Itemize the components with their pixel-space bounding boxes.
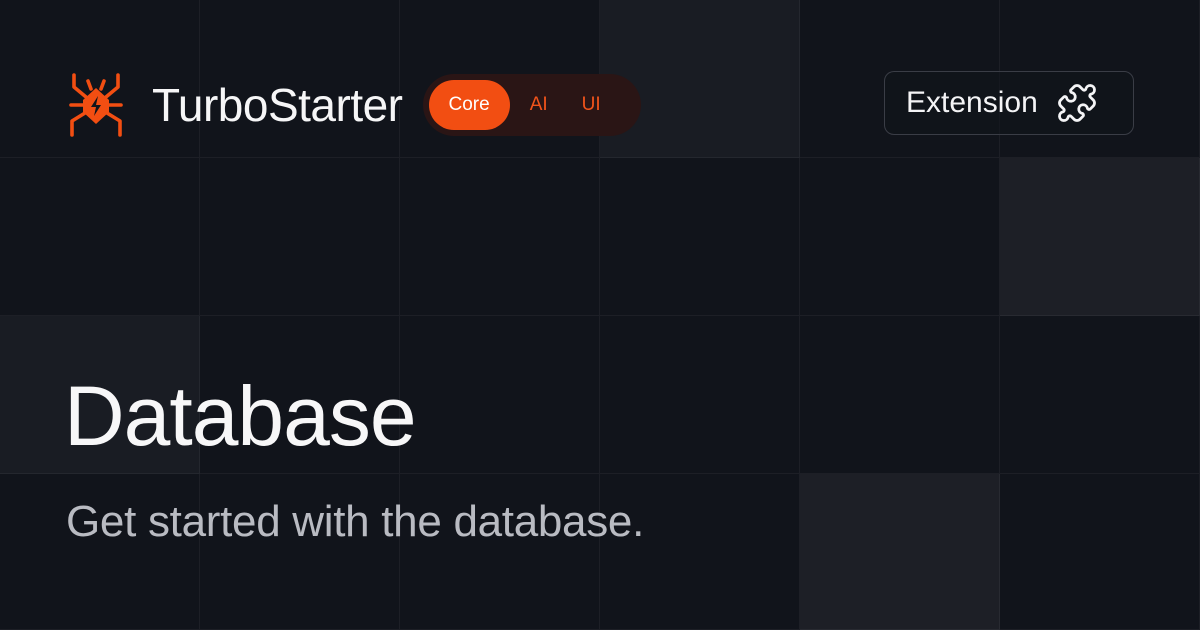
grid-cell <box>200 158 400 316</box>
tab-core[interactable]: Core <box>428 80 510 130</box>
puzzle-icon <box>1057 84 1096 122</box>
spider-bolt-icon <box>69 73 123 137</box>
header: TurboStarter Core AI UI <box>66 70 641 140</box>
grid-cell <box>0 158 200 316</box>
grid-cell <box>1000 316 1200 474</box>
page-subtitle: Get started with the database. <box>66 497 645 546</box>
grid-cell <box>800 158 1000 316</box>
grid-cell <box>400 316 600 474</box>
brand-name: TurboStarter <box>152 79 403 131</box>
extension-label: Extension <box>906 86 1038 119</box>
tab-group: Core AI UI <box>422 74 641 136</box>
tab-ai[interactable]: AI <box>516 80 562 130</box>
grid-cell <box>600 158 800 316</box>
page-title: Database <box>64 369 417 463</box>
tab-ui[interactable]: UI <box>568 80 615 130</box>
grid-cell <box>600 316 800 474</box>
grid-cell <box>1000 474 1200 630</box>
grid-cell <box>800 474 1000 630</box>
grid-cell <box>1000 158 1200 316</box>
grid-cell <box>800 316 1000 474</box>
extension-button[interactable]: Extension <box>884 71 1134 135</box>
grid-cell <box>400 158 600 316</box>
